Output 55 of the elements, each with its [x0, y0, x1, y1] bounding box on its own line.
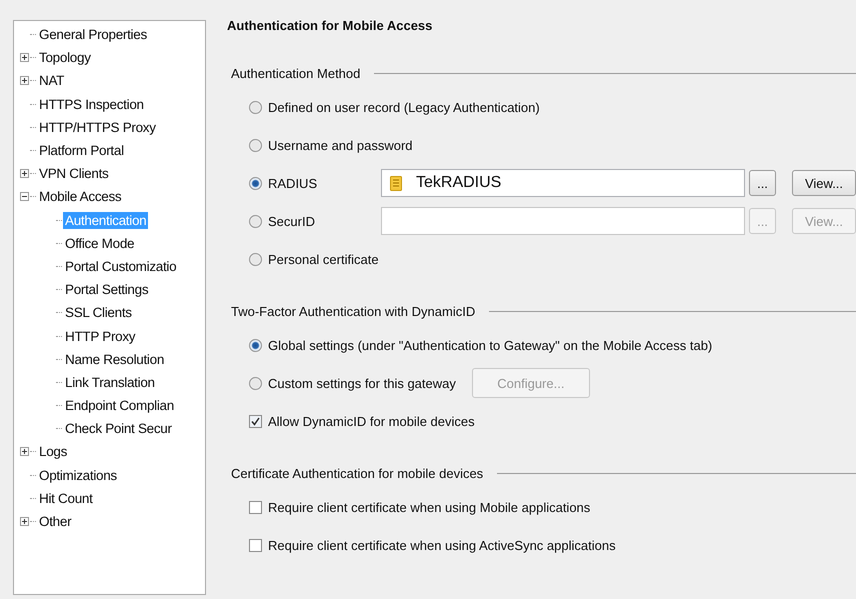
tree-item[interactable]: Mobile Access: [37, 188, 124, 206]
tree-item[interactable]: HTTP/HTTPS Proxy: [37, 118, 158, 136]
tree-item[interactable]: General Properties: [37, 26, 149, 44]
server-field[interactable]: TekRADIUS: [381, 169, 745, 197]
option-label: Custom settings for this gateway: [268, 376, 456, 390]
tree-item[interactable]: Portal Customizatio: [63, 258, 178, 275]
tree-item[interactable]: Portal Settings: [63, 281, 150, 298]
section-title: Certificate Authentication for mobile devices: [231, 466, 484, 480]
expand-icon[interactable]: [20, 447, 29, 456]
option-label: Require client certificate when using ActiveSync applications: [268, 538, 616, 552]
option-label: Allow DynamicID for mobile devices: [268, 414, 475, 428]
checkbox[interactable]: [249, 414, 262, 428]
page-title: Authentication for Mobile Access: [227, 18, 434, 35]
checkbox[interactable]: [249, 500, 262, 514]
tree-item[interactable]: Endpoint Complian: [63, 397, 176, 414]
tree-item[interactable]: Platform Portal: [37, 142, 126, 160]
server-icon: [390, 176, 402, 190]
radio-button[interactable]: [249, 138, 262, 152]
tree-item[interactable]: Name Resolution: [63, 350, 166, 368]
radio-button[interactable]: [249, 376, 262, 390]
option-label: SecurID: [268, 214, 316, 228]
tree-item[interactable]: Logs: [37, 443, 70, 460]
option-label: Require client certificate when using Mobile applications: [268, 500, 590, 514]
section-title: Two-Factor Authentication with DynamicID: [231, 304, 476, 318]
option-label: Defined on user record (Legacy Authentication): [268, 100, 540, 114]
option-label: Username and password: [268, 138, 413, 152]
tree-item[interactable]: Topology: [37, 49, 93, 66]
section-title: Authentication Method: [231, 66, 360, 80]
option-label: RADIUS: [268, 176, 318, 190]
tree-item[interactable]: SSL Clients: [63, 304, 134, 322]
option-label: Personal certificate: [268, 252, 379, 266]
tree-item[interactable]: Office Mode: [63, 234, 136, 252]
checkbox[interactable]: [249, 538, 262, 552]
tree-item[interactable]: NAT: [37, 72, 66, 90]
radio-button[interactable]: [249, 100, 262, 114]
expand-icon[interactable]: [20, 76, 29, 86]
tree-item[interactable]: Link Translation: [63, 374, 157, 391]
tree-item[interactable]: Check Point Secur: [63, 420, 174, 438]
collapse-icon[interactable]: [20, 192, 29, 202]
expand-icon[interactable]: [20, 169, 29, 178]
radio-button[interactable]: [249, 176, 262, 190]
button[interactable]: View...: [792, 170, 856, 196]
option-label: Global settings (under "Authentication to Gateway" on the Mobile Access tab): [268, 338, 712, 352]
button[interactable]: ...: [749, 170, 776, 196]
expand-icon[interactable]: [20, 517, 29, 526]
tree-item[interactable]: HTTP Proxy: [63, 328, 138, 345]
radio-button[interactable]: [249, 214, 262, 228]
radio-button[interactable]: [249, 338, 262, 352]
tree-item[interactable]: Other: [37, 513, 74, 530]
radio-button[interactable]: [249, 252, 262, 266]
tree-item[interactable]: Optimizations: [37, 466, 119, 484]
tree-item[interactable]: HTTPS Inspection: [37, 96, 146, 113]
tree-item[interactable]: Hit Count: [37, 490, 95, 507]
expand-icon[interactable]: [20, 53, 29, 62]
tree-item[interactable]: VPN Clients: [37, 165, 110, 182]
